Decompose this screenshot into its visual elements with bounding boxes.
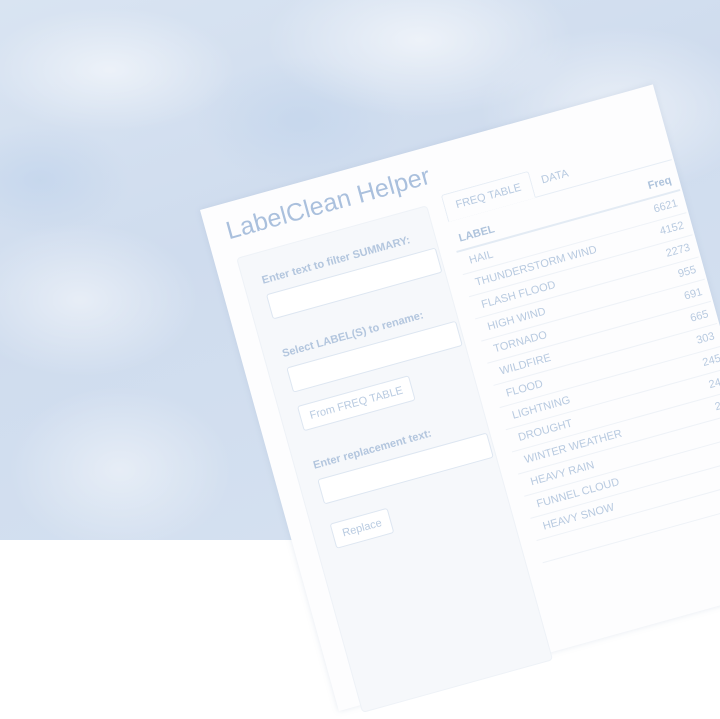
replace-button[interactable]: Replace (329, 507, 395, 549)
tab-data[interactable]: DATA (528, 158, 583, 197)
